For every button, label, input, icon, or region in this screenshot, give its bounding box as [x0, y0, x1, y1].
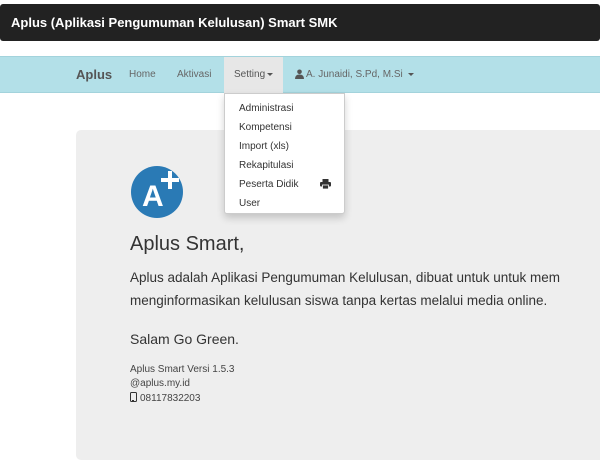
- description-line-2: menginformasikan kelulusan siswa tanpa k…: [130, 293, 548, 308]
- navbar: Aplus Home Aktivasi Setting A. Junaidi, …: [0, 56, 600, 93]
- greeting: Salam Go Green.: [130, 331, 239, 347]
- nav-setting-label: Setting: [234, 69, 266, 80]
- chevron-down-icon: [407, 72, 414, 76]
- aplus-logo-icon: A: [131, 166, 183, 218]
- setting-dropdown-menu: Administrasi Kompetensi Import (xls) Rek…: [224, 93, 345, 214]
- phone-row: 08117832203: [130, 392, 200, 404]
- page-heading: Aplus Smart,: [130, 233, 245, 255]
- app-title-bar: Aplus (Aplikasi Pengumuman Kelulusan) Sm…: [0, 4, 600, 41]
- menu-item-user[interactable]: User: [225, 194, 344, 213]
- website-text: @aplus.my.id: [130, 378, 190, 389]
- mobile-phone-icon: [130, 392, 137, 402]
- app-title: Aplus (Aplikasi Pengumuman Kelulusan) Sm…: [11, 15, 338, 30]
- description: Aplus adalah Aplikasi Pengumuman Kelulus…: [130, 266, 600, 312]
- menu-item-administrasi[interactable]: Administrasi: [225, 99, 344, 118]
- nav-user-label: A. Junaidi, S.Pd, M.Si: [306, 69, 403, 80]
- nav-setting-dropdown[interactable]: Setting: [224, 57, 283, 93]
- nav-home[interactable]: Home: [129, 57, 156, 93]
- nav-aktivasi[interactable]: Aktivasi: [177, 57, 211, 93]
- description-line-1: Aplus adalah Aplikasi Pengumuman Kelulus…: [130, 270, 561, 285]
- menu-item-kompetensi[interactable]: Kompetensi: [225, 118, 344, 137]
- version-text: Aplus Smart Versi 1.5.3: [130, 364, 235, 375]
- navbar-brand[interactable]: Aplus: [76, 57, 112, 93]
- menu-item-import-xls[interactable]: Import (xls): [225, 137, 344, 156]
- nav-user-dropdown[interactable]: A. Junaidi, S.Pd, M.Si: [295, 57, 414, 93]
- menu-item-rekapitulasi[interactable]: Rekapitulasi: [225, 156, 344, 175]
- menu-item-peserta-didik-row[interactable]: Peserta Didik: [225, 175, 344, 194]
- phone-number: 08117832203: [140, 393, 201, 404]
- print-icon[interactable]: [320, 179, 331, 189]
- svg-text:A: A: [142, 180, 164, 213]
- menu-item-peserta-didik: Peserta Didik: [239, 179, 299, 190]
- chevron-down-icon: [267, 72, 274, 76]
- user-icon: [295, 69, 304, 80]
